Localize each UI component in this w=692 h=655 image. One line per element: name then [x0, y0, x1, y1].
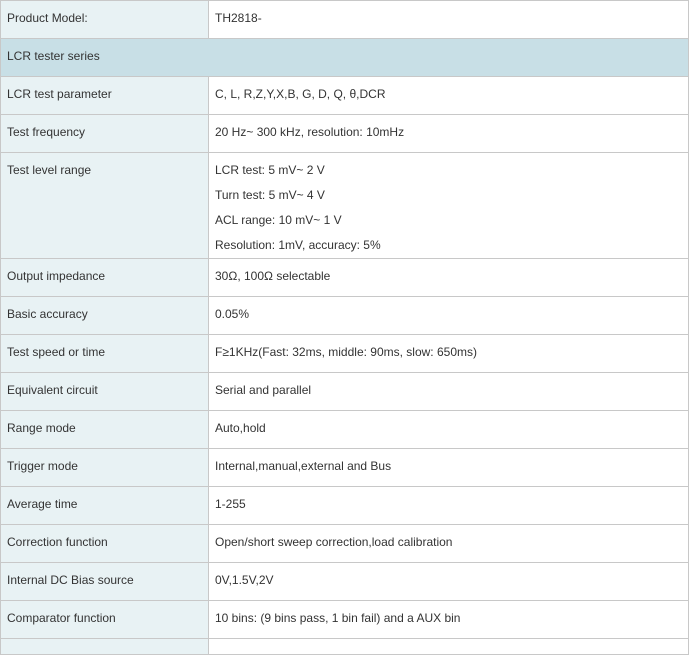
table-row-cutoff [0, 638, 689, 655]
row-label: Output impedance [0, 258, 209, 297]
table-row: Output impedance 30Ω, 100Ω selectable [0, 258, 689, 297]
row-label: Average time [0, 486, 209, 525]
table-row: LCR test parameter C, L, R,Z,Y,X,B, G, D… [0, 76, 689, 115]
value-line: LCR test: 5 mV~ 2 V [215, 163, 325, 177]
table-row: Test speed or time F≥1KHz(Fast: 32ms, mi… [0, 334, 689, 373]
value-line: ACL range: 10 mV~ 1 V [215, 213, 342, 227]
section-header-row: LCR tester series [0, 38, 689, 77]
row-label: Equivalent circuit [0, 372, 209, 411]
row-label: Internal DC Bias source [0, 562, 209, 601]
row-label: Test frequency [0, 114, 209, 153]
row-value: 0.05% [208, 296, 689, 335]
row-value: Open/short sweep correction,load calibra… [208, 524, 689, 563]
product-model-value: TH2818- [208, 0, 689, 39]
row-label: Basic accuracy [0, 296, 209, 335]
row-value: 30Ω, 100Ω selectable [208, 258, 689, 297]
row-label: Correction function [0, 524, 209, 563]
row-label: Range mode [0, 410, 209, 449]
row-label: LCR test parameter [0, 76, 209, 115]
row-value: 20 Hz~ 300 kHz, resolution: 10mHz [208, 114, 689, 153]
row-label: Trigger mode [0, 448, 209, 487]
table-row: Comparator function 10 bins: (9 bins pas… [0, 600, 689, 639]
value-line: Resolution: 1mV, accuracy: 5% [215, 238, 381, 252]
product-model-label: Product Model: [0, 0, 209, 39]
section-title: LCR tester series [0, 38, 689, 77]
row-value: 1-255 [208, 486, 689, 525]
spec-table: Product Model: TH2818- LCR tester series… [0, 0, 689, 655]
row-value-multiline: LCR test: 5 mV~ 2 V Turn test: 5 mV~ 4 V… [208, 152, 689, 259]
row-value: Serial and parallel [208, 372, 689, 411]
row-value: F≥1KHz(Fast: 32ms, middle: 90ms, slow: 6… [208, 334, 689, 373]
table-row: Average time 1-255 [0, 486, 689, 525]
value-line: Turn test: 5 mV~ 4 V [215, 188, 325, 202]
table-row: Correction function Open/short sweep cor… [0, 524, 689, 563]
row-value: 10 bins: (9 bins pass, 1 bin fail) and a… [208, 600, 689, 639]
table-row: Product Model: TH2818- [0, 0, 689, 39]
table-row: Test frequency 20 Hz~ 300 kHz, resolutio… [0, 114, 689, 153]
row-label-empty [0, 638, 209, 655]
table-row-multiline: Test level range LCR test: 5 mV~ 2 V Tur… [0, 152, 689, 259]
row-value: 0V,1.5V,2V [208, 562, 689, 601]
table-row: Trigger mode Internal,manual,external an… [0, 448, 689, 487]
row-label: Comparator function [0, 600, 209, 639]
table-row: Internal DC Bias source 0V,1.5V,2V [0, 562, 689, 601]
table-row: Equivalent circuit Serial and parallel [0, 372, 689, 411]
row-label: Test level range [0, 152, 209, 259]
table-row: Range mode Auto,hold [0, 410, 689, 449]
row-label: Test speed or time [0, 334, 209, 373]
row-value: C, L, R,Z,Y,X,B, G, D, Q, θ,DCR [208, 76, 689, 115]
table-row: Basic accuracy 0.05% [0, 296, 689, 335]
row-value-empty [208, 638, 689, 655]
row-value: Internal,manual,external and Bus [208, 448, 689, 487]
row-value: Auto,hold [208, 410, 689, 449]
